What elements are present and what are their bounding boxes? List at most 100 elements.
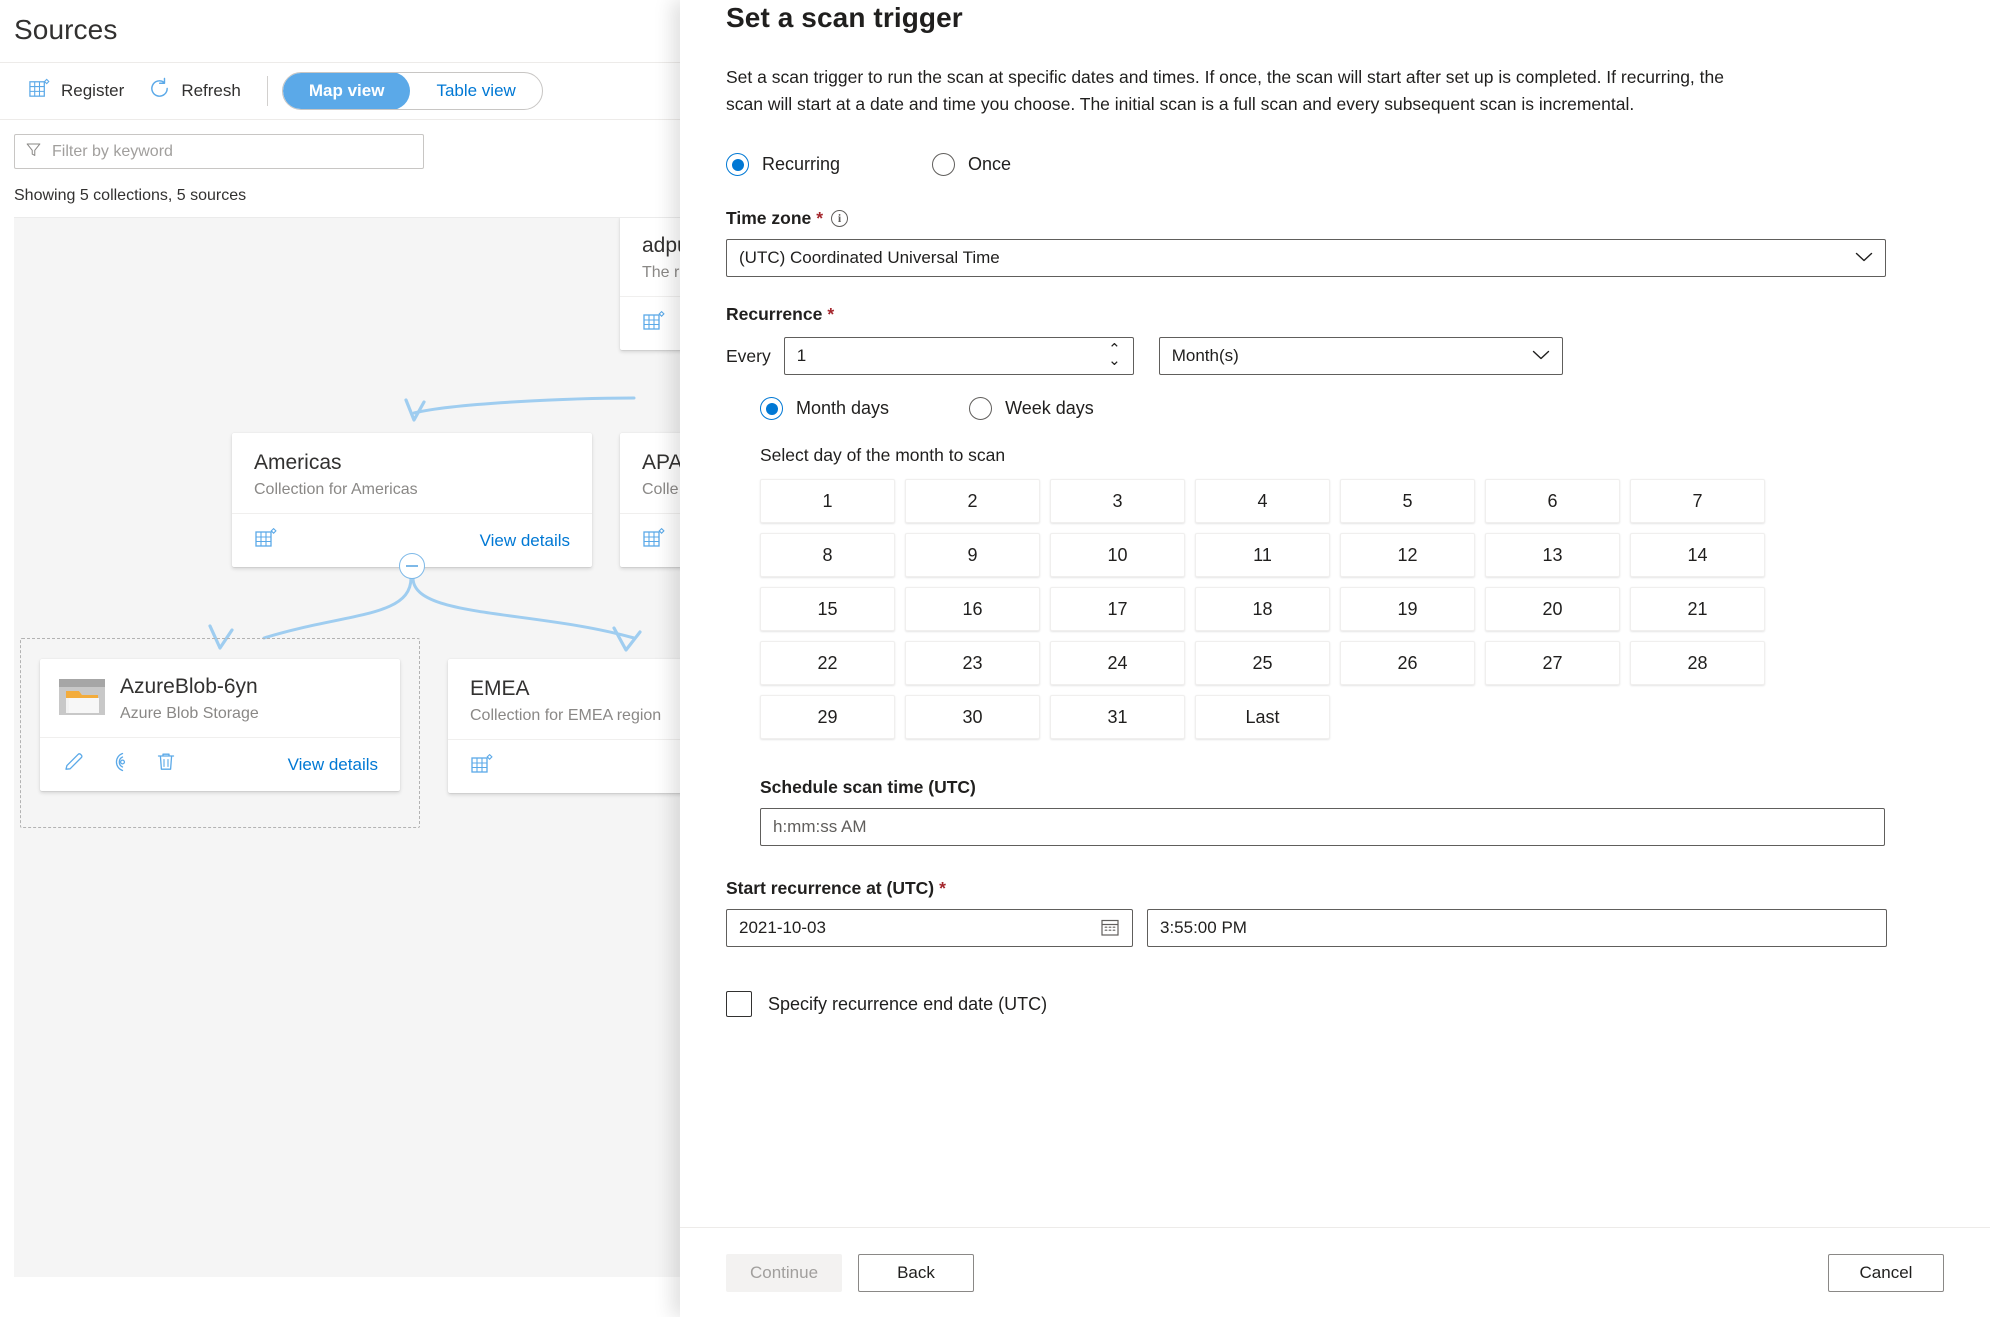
day-cell-12[interactable]: 12 xyxy=(1340,533,1475,578)
day-cell-22[interactable]: 22 xyxy=(760,641,895,686)
edit-icon[interactable] xyxy=(62,750,86,779)
minus-icon xyxy=(406,565,418,567)
day-cell-10[interactable]: 10 xyxy=(1050,533,1185,578)
tab-map-view[interactable]: Map view xyxy=(282,73,411,109)
day-cell-last[interactable]: Last xyxy=(1195,695,1330,740)
required-asterisk: * xyxy=(939,878,946,899)
day-cell-29[interactable]: 29 xyxy=(760,695,895,740)
recurrence-unit-value: Month(s) xyxy=(1171,346,1239,366)
every-label: Every xyxy=(726,345,771,366)
radio-recurring-indicator[interactable] xyxy=(726,153,749,177)
collection-grid-icon[interactable] xyxy=(470,752,494,781)
time-zone-select[interactable]: (UTC) Coordinated Universal Time xyxy=(726,239,1886,278)
radio-once[interactable]: Once xyxy=(932,153,1011,177)
schedule-time-input[interactable]: h:mm:ss AM xyxy=(760,808,1885,847)
node-card-americas[interactable]: Americas Collection for Americas View de… xyxy=(232,433,592,568)
panel-description: Set a scan trigger to run the scan at sp… xyxy=(726,67,1724,115)
recurrence-interval-value: 1 xyxy=(796,346,807,366)
stepper-arrows-icon[interactable]: ⌃ ⌄ xyxy=(1108,343,1121,369)
radio-recurring[interactable]: Recurring xyxy=(726,153,841,177)
day-cell-27[interactable]: 27 xyxy=(1485,641,1620,686)
collapse-node-toggle[interactable] xyxy=(399,553,425,579)
collection-grid-icon[interactable] xyxy=(642,309,666,338)
search-input[interactable] xyxy=(52,142,413,161)
radio-month-days[interactable]: Month days xyxy=(760,397,889,421)
day-cell-28[interactable]: 28 xyxy=(1630,641,1765,686)
command-separator xyxy=(266,76,268,106)
day-cell-21[interactable]: 21 xyxy=(1630,587,1765,632)
day-cell-23[interactable]: 23 xyxy=(905,641,1040,686)
collection-grid-icon[interactable] xyxy=(254,526,278,555)
day-cell-30[interactable]: 30 xyxy=(905,695,1040,740)
start-recurrence-label: Start recurrence at (UTC) * xyxy=(726,878,1944,899)
start-time-input[interactable]: 3:55:00 PM xyxy=(1147,909,1887,948)
day-cell-26[interactable]: 26 xyxy=(1340,641,1475,686)
day-cell-16[interactable]: 16 xyxy=(905,587,1040,632)
day-cell-9[interactable]: 9 xyxy=(905,533,1040,578)
collection-grid-icon[interactable] xyxy=(642,526,666,555)
node-footer-icons xyxy=(254,526,278,555)
end-date-checkbox[interactable] xyxy=(726,991,752,1018)
day-cell-7[interactable]: 7 xyxy=(1630,479,1765,524)
view-details-link[interactable]: View details xyxy=(288,755,378,775)
start-date-input[interactable]: 2021-10-03 xyxy=(726,909,1133,948)
day-cell-31[interactable]: 31 xyxy=(1050,695,1185,740)
day-cell-13[interactable]: 13 xyxy=(1485,533,1620,578)
delete-icon[interactable] xyxy=(154,750,178,779)
back-button[interactable]: Back xyxy=(858,1253,974,1292)
day-cell-3[interactable]: 3 xyxy=(1050,479,1185,524)
day-cell-17[interactable]: 17 xyxy=(1050,587,1185,632)
radio-month-days-indicator[interactable] xyxy=(760,397,783,421)
chevron-down-icon xyxy=(1855,250,1873,266)
radio-recurring-label: Recurring xyxy=(762,154,841,175)
day-cell-2[interactable]: 2 xyxy=(905,479,1040,524)
month-day-grid: 1 2 3 4 5 6 7 8 9 10 11 12 13 14 15 16 17 18 19 20 21 22 23 24 2… xyxy=(760,479,1765,740)
day-cell-5[interactable]: 5 xyxy=(1340,479,1475,524)
recurrence-label-text: Recurrence xyxy=(726,304,823,325)
info-icon[interactable]: i xyxy=(831,210,849,228)
calendar-icon[interactable] xyxy=(1100,917,1120,940)
filter-box[interactable] xyxy=(14,134,424,169)
node-footer-icons xyxy=(470,752,494,781)
day-cell-14[interactable]: 14 xyxy=(1630,533,1765,578)
start-date-value: 2021-10-03 xyxy=(739,918,826,938)
source-subtitle: Azure Blob Storage xyxy=(120,705,259,723)
recurrence-interval-stepper[interactable]: 1 ⌃ ⌄ xyxy=(783,337,1134,376)
start-recurrence-inputs: 2021-10-03 3:55:00 PM xyxy=(726,909,1944,948)
time-zone-label: Time zone * i xyxy=(726,208,1944,229)
register-button[interactable]: Register xyxy=(16,71,136,111)
refresh-button[interactable]: Refresh xyxy=(136,71,253,111)
schedule-time-label: Schedule scan time (UTC) xyxy=(760,777,976,798)
cancel-button[interactable]: Cancel xyxy=(1828,1253,1944,1292)
day-cell-25[interactable]: 25 xyxy=(1195,641,1330,686)
radio-week-days-indicator[interactable] xyxy=(969,397,993,421)
day-cell-20[interactable]: 20 xyxy=(1485,587,1620,632)
recurrence-unit-select[interactable]: Month(s) xyxy=(1158,337,1563,376)
node-card-azureblob[interactable]: AzureBlob-6yn Azure Blob Storage View de… xyxy=(40,659,400,792)
end-date-checkbox-row[interactable]: Specify recurrence end date (UTC) xyxy=(726,991,1944,1018)
view-details-link[interactable]: View details xyxy=(480,531,570,551)
day-cell-6[interactable]: 6 xyxy=(1485,479,1620,524)
day-cell-1[interactable]: 1 xyxy=(760,479,895,524)
trigger-type-radio-group: Recurring Once xyxy=(726,153,1944,177)
radio-once-indicator[interactable] xyxy=(932,153,956,177)
tab-table-view[interactable]: Table view xyxy=(410,73,541,109)
panel-body: Set a scan trigger Set a scan trigger to… xyxy=(680,0,1990,1227)
continue-button[interactable]: Continue xyxy=(726,1253,842,1292)
start-recurrence-field: Start recurrence at (UTC) * 2021-10-03 3… xyxy=(726,878,1944,948)
day-cell-18[interactable]: 18 xyxy=(1195,587,1330,632)
scan-icon[interactable] xyxy=(108,750,132,779)
source-footer: View details xyxy=(40,737,400,791)
day-cell-19[interactable]: 19 xyxy=(1340,587,1475,632)
time-zone-value: (UTC) Coordinated Universal Time xyxy=(739,248,1000,268)
day-cell-8[interactable]: 8 xyxy=(760,533,895,578)
radio-week-days[interactable]: Week days xyxy=(969,397,1094,421)
chevron-down-icon[interactable]: ⌄ xyxy=(1108,353,1121,368)
day-cell-24[interactable]: 24 xyxy=(1050,641,1185,686)
day-cell-11[interactable]: 11 xyxy=(1195,533,1330,578)
day-cell-4[interactable]: 4 xyxy=(1195,479,1330,524)
source-header: AzureBlob-6yn Azure Blob Storage xyxy=(40,659,400,737)
node-footer-icons xyxy=(642,526,666,555)
day-cell-15[interactable]: 15 xyxy=(760,587,895,632)
panel-title: Set a scan trigger xyxy=(726,2,963,33)
